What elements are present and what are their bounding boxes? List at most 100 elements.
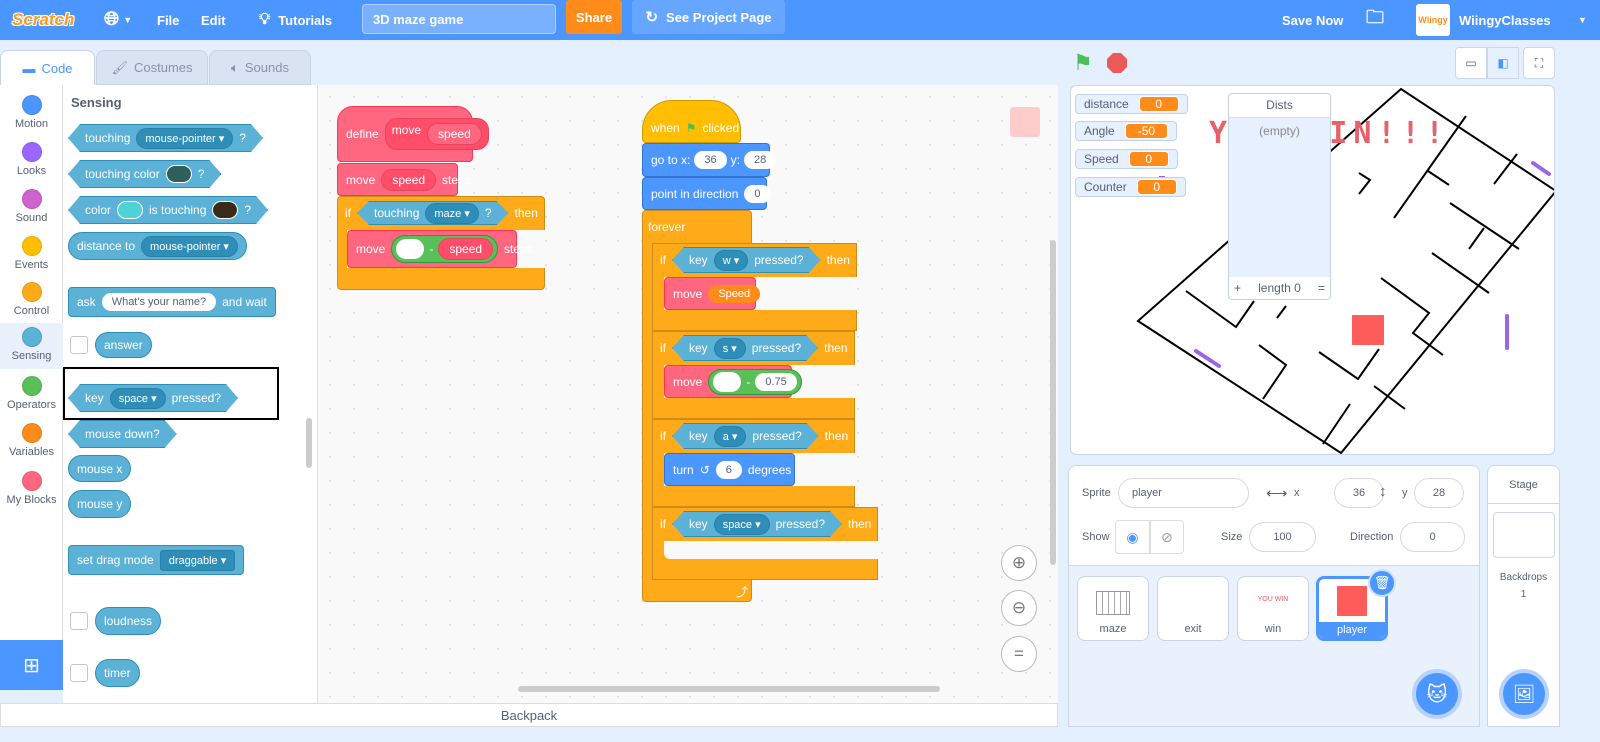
backpack[interactable]: Backpack — [0, 703, 1058, 727]
avatar[interactable]: Wiingy — [1416, 4, 1450, 36]
y-input[interactable]: 28 — [743, 151, 777, 169]
move-steps-block[interactable]: move speed steps — [337, 163, 471, 196]
zoom-reset-button[interactable]: = — [1001, 636, 1037, 672]
file-menu[interactable]: File — [157, 0, 179, 40]
touching-color-block[interactable]: touching color? — [68, 160, 221, 188]
ask-input[interactable]: What's your name? — [101, 293, 217, 311]
folder-icon[interactable]: 🗀︎ — [1366, 0, 1384, 40]
color-touching-color-block[interactable]: color is touching? — [68, 196, 268, 224]
key-menu[interactable]: a ▾ — [714, 426, 747, 447]
ask-and-wait-block[interactable]: ask What's your name? and wait — [68, 287, 276, 317]
key-pressed-condition[interactable]: key a ▾ pressed? — [672, 423, 819, 449]
choose-sprite-button[interactable]: 🐱︎ — [1412, 669, 1462, 719]
color-swatch[interactable] — [212, 201, 238, 219]
mouse-y-block[interactable]: mouse y — [68, 490, 132, 518]
see-project-page-button[interactable]: ↻ See Project Page — [632, 0, 785, 34]
stop-button[interactable] — [1107, 53, 1127, 73]
color-swatch[interactable] — [117, 201, 143, 219]
monitor-counter[interactable]: Counter 0 — [1075, 177, 1186, 197]
define-block[interactable]: define move speed — [337, 106, 489, 162]
touching-block[interactable]: touching mouse-pointer ▾? — [68, 124, 263, 152]
empty-input[interactable] — [396, 239, 425, 259]
direction-input[interactable]: 0 — [744, 184, 771, 203]
show-hidden-button[interactable]: ⊘ — [1150, 520, 1184, 554]
x-input[interactable]: 36 — [694, 151, 727, 169]
x-input[interactable]: 36 — [1334, 478, 1384, 508]
list-monitor-dists[interactable]: Dists (empty) + length 0 = — [1228, 93, 1331, 300]
distance-to-block[interactable]: distance to mouse-pointer ▾ — [68, 232, 247, 260]
zoom-in-button[interactable]: ⊕ — [1001, 545, 1037, 581]
list-resize-handle[interactable]: = — [1318, 281, 1325, 295]
loudness-checkbox[interactable] — [70, 612, 88, 630]
key-pressed-condition[interactable]: key s ▾ pressed? — [672, 335, 818, 361]
chevron-down-icon[interactable]: ▼ — [1578, 0, 1587, 40]
speed-reporter[interactable]: speed — [438, 238, 494, 260]
key-menu[interactable]: w ▾ — [714, 250, 749, 271]
turn-left-block[interactable]: turn ↺ 6 degrees — [664, 453, 795, 486]
small-stage-button[interactable]: ▭ — [1455, 47, 1487, 79]
save-now-button[interactable]: Save Now — [1282, 0, 1343, 40]
touching-menu[interactable]: mouse-pointer ▾ — [136, 128, 233, 149]
mouse-down-block[interactable]: mouse down? — [68, 420, 177, 448]
param-speed[interactable]: speed — [427, 123, 482, 145]
touching-menu[interactable]: maze ▾ — [425, 203, 478, 224]
category-operators[interactable]: Operators — [0, 372, 63, 418]
touching-condition[interactable]: touching maze ▾? — [357, 201, 509, 225]
key-pressed-condition[interactable]: key w ▾ pressed? — [672, 247, 821, 273]
number-input[interactable]: 0.75 — [755, 372, 797, 391]
category-events[interactable]: Events — [0, 232, 63, 278]
sprite-thumb-exit[interactable]: exit — [1157, 576, 1229, 641]
set-drag-mode-block[interactable]: set drag mode draggable ▾ — [68, 545, 245, 575]
category-looks[interactable]: Looks — [0, 138, 63, 184]
category-motion[interactable]: Motion — [0, 91, 63, 137]
answer-block[interactable]: answer — [95, 332, 152, 358]
green-flag-button[interactable]: ⚑ — [1073, 50, 1093, 76]
point-in-direction-block[interactable]: point in direction 0 — [642, 177, 771, 210]
key-pressed-block[interactable]: key space ▾ pressed? — [68, 384, 238, 412]
key-pressed-condition[interactable]: key space ▾ pressed? — [672, 511, 842, 537]
when-flag-clicked-block[interactable]: when ⚑ clicked — [642, 100, 741, 143]
distance-menu[interactable]: mouse-pointer ▾ — [141, 235, 238, 257]
edit-menu[interactable]: Edit — [201, 0, 226, 40]
project-title-input[interactable]: 3D maze game — [362, 4, 556, 34]
list-add-button[interactable]: + — [1234, 281, 1241, 295]
timer-block[interactable]: timer — [95, 659, 140, 687]
add-extension-button[interactable]: ⊞ — [0, 640, 63, 690]
stage[interactable]: YOU WIN!!! distance0 Angle-50 Speed0 Cou… — [1070, 85, 1555, 455]
category-sound[interactable]: Sound — [0, 185, 63, 231]
move-custom-block[interactable]: move -0.75 — [664, 365, 802, 398]
tab-costumes[interactable]: 🖌︎ Costumes — [96, 50, 208, 85]
tab-code[interactable]: ▬ Code — [0, 50, 95, 85]
monitor-speed[interactable]: Speed 0 — [1075, 149, 1178, 169]
sprite-name-input[interactable]: player — [1118, 478, 1249, 508]
share-button[interactable]: Share — [566, 0, 622, 34]
fullscreen-button[interactable]: ⛶ — [1523, 47, 1555, 79]
tab-sounds[interactable]: 🔈︎ Sounds — [209, 50, 311, 85]
empty-input[interactable] — [713, 371, 742, 392]
mouse-x-block[interactable]: mouse x — [68, 455, 132, 482]
language-button[interactable]: 🌐︎ ▼ — [104, 0, 132, 40]
speed-reporter[interactable]: speed — [381, 168, 437, 191]
speed-variable[interactable]: Speed — [708, 284, 761, 303]
key-menu[interactable]: space ▾ — [110, 388, 166, 409]
size-input[interactable]: 100 — [1249, 522, 1316, 552]
loudness-block[interactable]: loudness — [95, 607, 162, 635]
category-control[interactable]: Control — [0, 278, 63, 324]
scratch-logo[interactable]: Scratch — [12, 0, 74, 40]
go-to-xy-block[interactable]: go to x: 36 y: 28 — [642, 143, 777, 177]
script-horizontal-scrollbar[interactable] — [518, 686, 940, 692]
category-sensing[interactable]: Sensing — [0, 323, 63, 369]
palette-scrollbar[interactable] — [306, 418, 312, 468]
key-menu[interactable]: space ▾ — [714, 514, 770, 535]
monitor-angle[interactable]: Angle -50 — [1075, 121, 1178, 141]
timer-checkbox[interactable] — [70, 664, 88, 682]
delete-sprite-button[interactable]: 🗑︎ — [1368, 569, 1396, 597]
move-steps-block[interactable]: move - speed steps — [347, 230, 533, 268]
category-my-blocks[interactable]: My Blocks — [0, 467, 63, 513]
zoom-out-button[interactable]: ⊖ — [1001, 590, 1037, 626]
username[interactable]: WiingyClasses — [1459, 0, 1551, 40]
degrees-input[interactable]: 6 — [715, 460, 742, 479]
monitor-distance[interactable]: distance 0 — [1075, 94, 1188, 114]
key-menu[interactable]: s ▾ — [714, 338, 746, 359]
y-input-field[interactable]: 28 — [1414, 478, 1464, 508]
